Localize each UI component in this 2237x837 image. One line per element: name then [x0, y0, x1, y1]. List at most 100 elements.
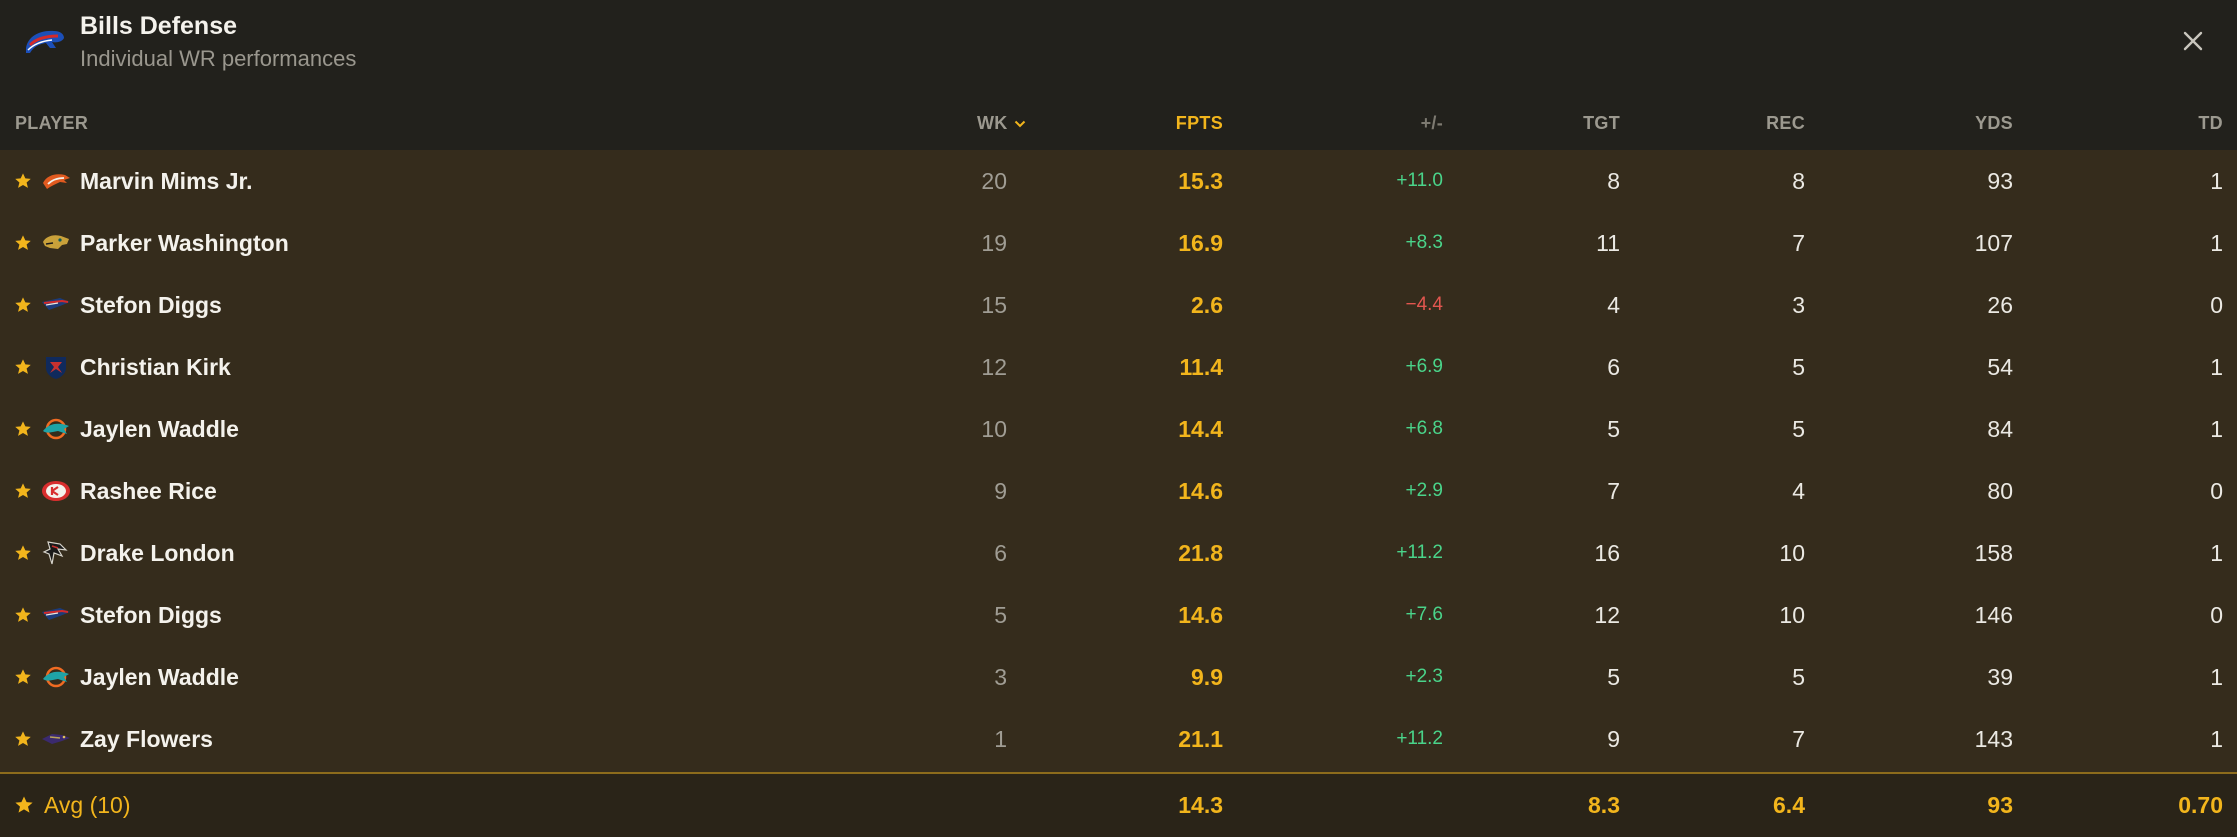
player-name[interactable]: Stefon Diggs [80, 274, 222, 336]
star-icon[interactable] [14, 420, 32, 438]
player-name[interactable]: Parker Washington [80, 212, 289, 274]
td-value: 0 [2210, 602, 2223, 628]
column-header-rec[interactable]: REC [1645, 96, 1805, 150]
column-header-wk[interactable]: WK [977, 96, 1026, 150]
rec-value: 3 [1792, 292, 1805, 318]
star-icon[interactable] [14, 544, 32, 562]
average-row: Avg (10) 14.3 8.3 6.4 93 0.70 [0, 772, 2237, 837]
jaguars-logo-icon [43, 235, 69, 249]
rec-value: 5 [1792, 416, 1805, 442]
star-icon[interactable] [14, 172, 32, 190]
tgt-value: 6 [1607, 354, 1620, 380]
week-value: 20 [981, 168, 1007, 194]
modal-title: Bills Defense [80, 12, 238, 40]
table-row[interactable]: Stefon Diggs 15 2.6 −4.4 4 3 26 0 [0, 274, 2237, 336]
tgt-value: 12 [1594, 602, 1620, 628]
rec-value: 10 [1779, 602, 1805, 628]
td-value: 1 [2210, 726, 2223, 752]
table-row[interactable]: Marvin Mims Jr. 20 15.3 +11.0 8 8 93 1 [0, 150, 2237, 212]
player-name[interactable]: Christian Kirk [80, 336, 231, 398]
plus-minus-value: +6.9 [1405, 356, 1443, 377]
yds-value: 143 [1974, 726, 2013, 752]
star-icon[interactable] [14, 482, 32, 500]
fpts-value: 14.4 [1178, 416, 1223, 442]
table-body: Marvin Mims Jr. 20 15.3 +11.0 8 8 93 1 P… [0, 150, 2237, 772]
plus-minus-value: +6.8 [1405, 418, 1443, 439]
rec-value: 8 [1792, 168, 1805, 194]
table-row[interactable]: Christian Kirk 12 11.4 +6.9 6 5 54 1 [0, 336, 2237, 398]
chiefs-logo-icon [42, 481, 70, 501]
fpts-value: 14.6 [1178, 602, 1223, 628]
column-header-wk-label: WK [977, 113, 1008, 133]
ravens-logo-icon [42, 734, 70, 744]
column-header-tgt[interactable]: TGT [1460, 96, 1620, 150]
bills-logo-icon [26, 30, 64, 53]
yds-value: 93 [1987, 168, 2013, 194]
column-header-yds[interactable]: YDS [1853, 96, 2013, 150]
player-name[interactable]: Jaylen Waddle [80, 646, 239, 708]
yds-value: 158 [1974, 540, 2013, 566]
fpts-value: 21.8 [1178, 540, 1223, 566]
dolphins-logo-icon [43, 418, 69, 440]
yds-value: 107 [1974, 230, 2013, 256]
table-row[interactable]: Jaylen Waddle 3 9.9 +2.3 5 5 39 1 [0, 646, 2237, 708]
average-yds: 93 [1987, 792, 2013, 818]
plus-minus-value: +8.3 [1405, 232, 1443, 253]
table-row[interactable]: Parker Washington 19 16.9 +8.3 11 7 107 … [0, 212, 2237, 274]
player-name[interactable]: Jaylen Waddle [80, 398, 239, 460]
rec-value: 5 [1792, 664, 1805, 690]
column-header-plus-minus[interactable]: +/- [1280, 96, 1443, 150]
modal-header: Bills Defense Individual WR performances [0, 0, 2237, 96]
modal-subtitle: Individual WR performances [80, 46, 357, 71]
column-header-player[interactable]: PLAYER [15, 96, 88, 150]
table-row[interactable]: Drake London 6 21.8 +11.2 16 10 158 1 [0, 522, 2237, 584]
player-name[interactable]: Stefon Diggs [80, 584, 222, 646]
plus-minus-value: +2.3 [1405, 666, 1443, 687]
column-header-td[interactable]: TD [2060, 96, 2223, 150]
rec-value: 7 [1792, 230, 1805, 256]
td-value: 1 [2210, 230, 2223, 256]
table-row[interactable]: Zay Flowers 1 21.1 +11.2 9 7 143 1 [0, 708, 2237, 770]
td-value: 0 [2210, 478, 2223, 504]
star-icon[interactable] [14, 606, 32, 624]
td-value: 1 [2210, 168, 2223, 194]
rec-value: 10 [1779, 540, 1805, 566]
fpts-value: 16.9 [1178, 230, 1223, 256]
table-row[interactable]: Jaylen Waddle 10 14.4 +6.8 5 5 84 1 [0, 398, 2237, 460]
table-row[interactable]: Rashee Rice 9 14.6 +2.9 7 4 80 0 [0, 460, 2237, 522]
column-header-fpts[interactable]: FPTS [1060, 96, 1223, 150]
star-icon[interactable] [14, 668, 32, 686]
tgt-value: 11 [1596, 230, 1620, 256]
td-value: 1 [2210, 416, 2223, 442]
week-value: 12 [981, 354, 1007, 380]
tgt-value: 7 [1607, 478, 1620, 504]
week-value: 3 [994, 664, 1007, 690]
average-label: Avg (10) [44, 792, 131, 818]
player-name[interactable]: Zay Flowers [80, 708, 213, 770]
week-value: 10 [981, 416, 1007, 442]
week-value: 6 [994, 540, 1007, 566]
player-name[interactable]: Rashee Rice [80, 460, 217, 522]
rec-value: 7 [1792, 726, 1805, 752]
star-icon[interactable] [14, 358, 32, 376]
fpts-value: 21.1 [1178, 726, 1223, 752]
close-icon[interactable] [2176, 24, 2210, 58]
star-icon[interactable] [14, 296, 32, 314]
plus-minus-value: +11.2 [1396, 542, 1443, 563]
star-icon[interactable] [14, 234, 32, 252]
average-tgt: 8.3 [1588, 792, 1620, 818]
fpts-value: 15.3 [1178, 168, 1223, 194]
star-icon[interactable] [14, 730, 32, 748]
player-name[interactable]: Drake London [80, 522, 235, 584]
texans-logo-icon [46, 357, 66, 379]
average-rec: 6.4 [1773, 792, 1805, 818]
tgt-value: 9 [1607, 726, 1620, 752]
star-icon [15, 796, 33, 813]
plus-minus-value: +11.2 [1396, 728, 1443, 749]
tgt-value: 16 [1594, 540, 1620, 566]
plus-minus-value: +11.0 [1396, 170, 1443, 191]
tgt-value: 4 [1607, 292, 1620, 318]
average-td: 0.70 [2178, 792, 2223, 818]
player-name[interactable]: Marvin Mims Jr. [80, 150, 253, 212]
table-row[interactable]: Stefon Diggs 5 14.6 +7.6 12 10 146 0 [0, 584, 2237, 646]
